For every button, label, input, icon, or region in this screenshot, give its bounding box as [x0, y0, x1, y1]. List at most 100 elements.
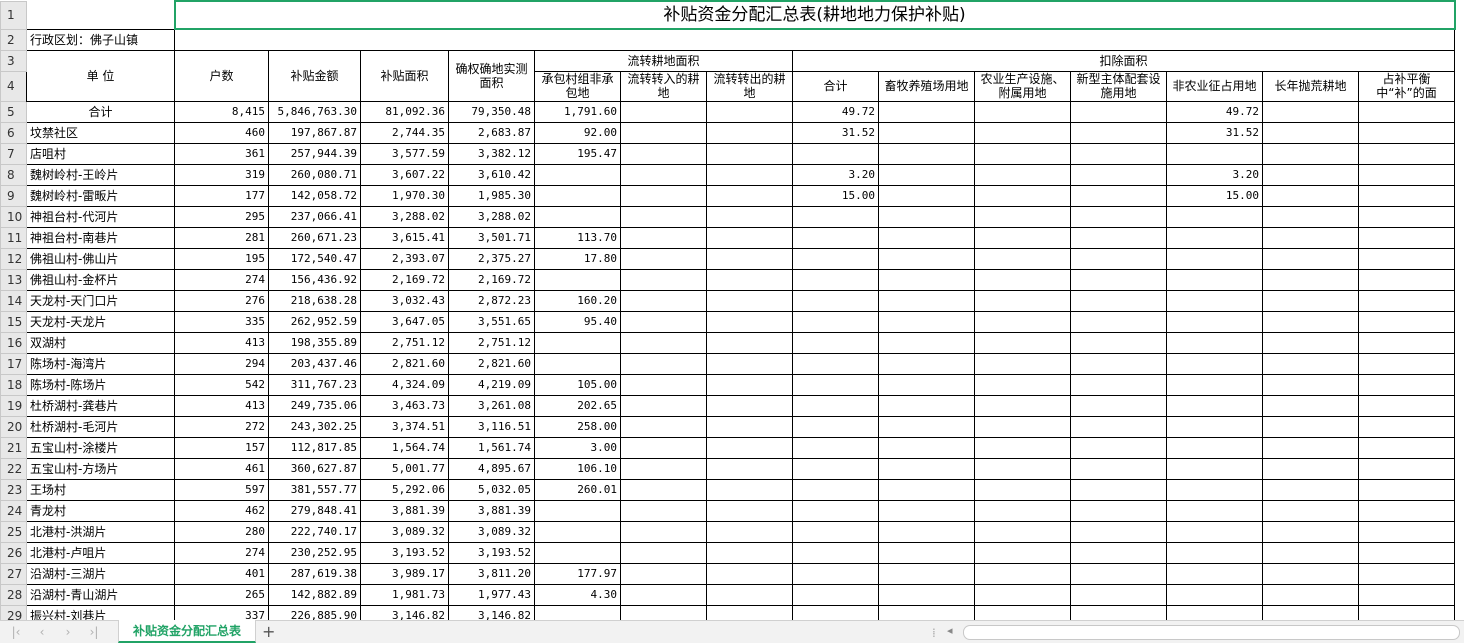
cell-measured[interactable]: 3,089.32	[448, 520, 535, 543]
row-header[interactable]: 27	[0, 562, 27, 585]
cell-area[interactable]: 3,463.73	[360, 394, 449, 417]
cell-households[interactable]: 335	[174, 310, 269, 333]
cell-amount[interactable]: 360,627.87	[268, 457, 361, 480]
cell-t2[interactable]	[620, 436, 707, 459]
cell-t3[interactable]	[706, 226, 793, 249]
header-transfer-col[interactable]: 流转转出的耕地	[706, 70, 793, 102]
cell-d4[interactable]	[1070, 457, 1167, 480]
cell-t2[interactable]	[620, 142, 707, 165]
cell-t2[interactable]	[620, 562, 707, 585]
unit-cell[interactable]: 五宝山村-方场片	[26, 457, 175, 480]
cell-t2[interactable]	[620, 373, 707, 396]
cell-t1[interactable]: 95.40	[534, 310, 621, 333]
cell-t1[interactable]	[534, 268, 621, 291]
next-sheet-button[interactable]: ›	[60, 623, 76, 641]
cell-t3[interactable]	[706, 268, 793, 291]
cell-households[interactable]: 319	[174, 163, 269, 186]
row-header[interactable]: 7	[0, 142, 27, 165]
cell-t1[interactable]	[534, 541, 621, 564]
cell-d1[interactable]	[792, 499, 879, 522]
cell-d1[interactable]: 31.52	[792, 121, 879, 144]
cell-t3[interactable]	[706, 331, 793, 354]
header-unit[interactable]: 单 位	[26, 49, 175, 102]
cell-d1[interactable]	[792, 205, 879, 228]
cell-t1[interactable]	[534, 604, 621, 620]
cell-d2[interactable]	[878, 457, 975, 480]
cell-amount[interactable]: 5,846,763.30	[268, 100, 361, 123]
cell-d3[interactable]	[974, 121, 1071, 144]
cell-d6[interactable]	[1262, 331, 1359, 354]
cell-area[interactable]: 2,169.72	[360, 268, 449, 291]
cell-measured[interactable]: 3,193.52	[448, 541, 535, 564]
cell-d1[interactable]	[792, 226, 879, 249]
cell-d2[interactable]	[878, 415, 975, 438]
cell-amount[interactable]: 262,952.59	[268, 310, 361, 333]
cell-d1[interactable]	[792, 415, 879, 438]
cell-d3[interactable]	[974, 457, 1071, 480]
cell-households[interactable]: 401	[174, 562, 269, 585]
cell-households[interactable]: 413	[174, 331, 269, 354]
cell-households[interactable]: 361	[174, 142, 269, 165]
cell-measured[interactable]: 1,985.30	[448, 184, 535, 207]
row-header[interactable]: 17	[0, 352, 27, 375]
cell-d1[interactable]	[792, 247, 879, 270]
unit-cell[interactable]: 杜桥湖村-毛河片	[26, 415, 175, 438]
cell-d3[interactable]	[974, 415, 1071, 438]
cell-amount[interactable]: 287,619.38	[268, 562, 361, 585]
cell-t3[interactable]	[706, 415, 793, 438]
cell-d7[interactable]	[1358, 583, 1455, 606]
cell-d5[interactable]	[1166, 562, 1263, 585]
cell-t3[interactable]	[706, 478, 793, 501]
cell-measured[interactable]: 4,219.09	[448, 373, 535, 396]
cell-amount[interactable]: 260,080.71	[268, 163, 361, 186]
cell-d6[interactable]	[1262, 184, 1359, 207]
cell-households[interactable]: 337	[174, 604, 269, 620]
cell-d5[interactable]	[1166, 352, 1263, 375]
add-sheet-button[interactable]: +	[262, 622, 275, 642]
cell-area[interactable]: 2,821.60	[360, 352, 449, 375]
cell-d2[interactable]	[878, 499, 975, 522]
cell-t3[interactable]	[706, 436, 793, 459]
cell-d3[interactable]	[974, 205, 1071, 228]
cell-t1[interactable]: 17.80	[534, 247, 621, 270]
cell-d2[interactable]	[878, 205, 975, 228]
cell-d5[interactable]	[1166, 604, 1263, 620]
cell-amount[interactable]: 112,817.85	[268, 436, 361, 459]
cell-d6[interactable]	[1262, 226, 1359, 249]
cell-d5[interactable]	[1166, 247, 1263, 270]
cell-d6[interactable]	[1262, 415, 1359, 438]
cell-t3[interactable]	[706, 373, 793, 396]
cell-d4[interactable]	[1070, 373, 1167, 396]
cell-households[interactable]: 274	[174, 541, 269, 564]
cell-t3[interactable]	[706, 121, 793, 144]
cell-d2[interactable]	[878, 331, 975, 354]
cell-d4[interactable]	[1070, 121, 1167, 144]
cell-d5[interactable]	[1166, 520, 1263, 543]
cell-area[interactable]: 3,989.17	[360, 562, 449, 585]
row-header[interactable]: 25	[0, 520, 27, 543]
cell-t2[interactable]	[620, 331, 707, 354]
cell-amount[interactable]: 243,302.25	[268, 415, 361, 438]
cell-d2[interactable]	[878, 583, 975, 606]
cell-d1[interactable]: 15.00	[792, 184, 879, 207]
unit-cell[interactable]: 店咀村	[26, 142, 175, 165]
cell-t2[interactable]	[620, 394, 707, 417]
cell-d2[interactable]	[878, 310, 975, 333]
cell-d3[interactable]	[974, 352, 1071, 375]
cell-d5[interactable]: 49.72	[1166, 100, 1263, 123]
cell-d5[interactable]	[1166, 394, 1263, 417]
cell-d1[interactable]	[792, 541, 879, 564]
cell-t1[interactable]	[534, 331, 621, 354]
cell-t2[interactable]	[620, 478, 707, 501]
cell-d7[interactable]	[1358, 184, 1455, 207]
cell-d1[interactable]	[792, 604, 879, 620]
cell-measured[interactable]: 3,261.08	[448, 394, 535, 417]
cell-d3[interactable]	[974, 184, 1071, 207]
unit-cell[interactable]: 神祖台村-南巷片	[26, 226, 175, 249]
row-header[interactable]: 23	[0, 478, 27, 501]
cell-d4[interactable]	[1070, 289, 1167, 312]
cell-households[interactable]: 265	[174, 583, 269, 606]
cell-measured[interactable]: 3,551.65	[448, 310, 535, 333]
cell-d7[interactable]	[1358, 163, 1455, 186]
cell-amount[interactable]: 142,058.72	[268, 184, 361, 207]
